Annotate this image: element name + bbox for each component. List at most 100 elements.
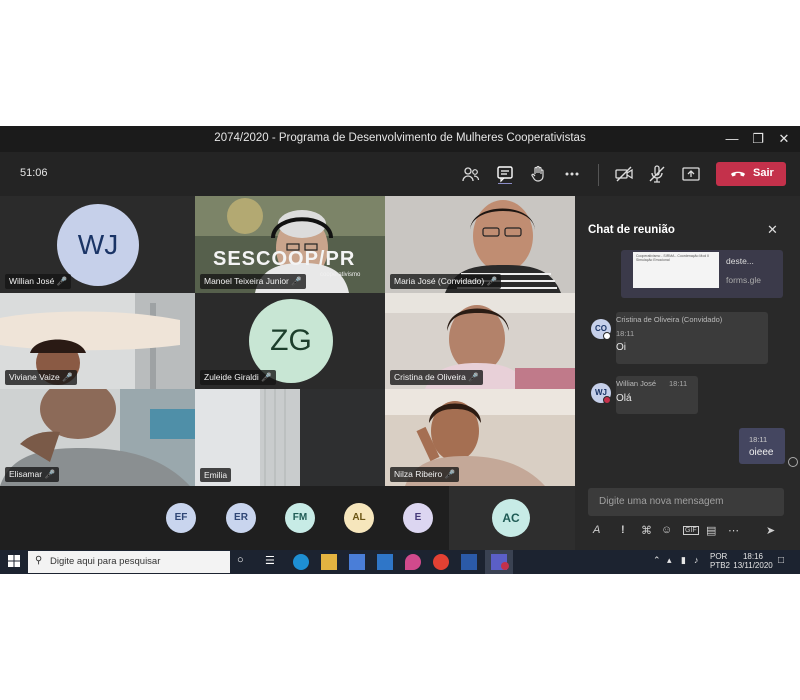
people-icon[interactable] xyxy=(461,164,481,184)
avatar[interactable]: FM xyxy=(285,503,315,533)
notifications-icon[interactable]: □ xyxy=(778,555,784,566)
participant-tile[interactable]: Elisamar 🎤 xyxy=(0,389,195,486)
window-title: 2074/2020 - Programa de Desenvolvimento … xyxy=(214,132,586,144)
cortana-icon[interactable]: ○ xyxy=(237,554,253,570)
participant-name: Zuleide Giraldi 🎤 xyxy=(200,370,276,385)
teams-window: 2074/2020 - Programa de Desenvolvimento … xyxy=(0,126,800,574)
camera-off-icon[interactable] xyxy=(614,164,634,184)
participant-tile[interactable]: ZG Zuleide Giraldi 🎤 xyxy=(195,293,385,389)
minimize-icon[interactable]: — xyxy=(723,130,741,148)
avatar: AC xyxy=(492,499,530,537)
search-placeholder: Digite aqui para pesquisar xyxy=(50,556,161,567)
chat-panel: Chat de reunião ✕ Cooperativismo - SIRMA… xyxy=(575,196,800,550)
send-icon[interactable]: ➤ xyxy=(766,524,775,537)
clock[interactable]: 18:16 13/11/2020 xyxy=(733,552,773,570)
message-text: Oi xyxy=(616,342,626,353)
mic-muted-icon: 🎤 xyxy=(486,276,498,286)
attach-icon[interactable]: ⌘ xyxy=(641,524,652,537)
video-grid: WJ Willian José 🎤 SESCOOP/PR cooperativi… xyxy=(0,196,575,486)
participant-tile[interactable]: Cristina de Oliveira 🎤 xyxy=(385,293,575,389)
link-title: deste... xyxy=(726,256,754,266)
link-preview-card[interactable]: Cooperativismo - SIRMA - Coordenação Mod… xyxy=(621,250,783,298)
participant-name: Emilia xyxy=(200,468,232,482)
status-dot xyxy=(603,396,611,404)
network-icon[interactable]: ▴ xyxy=(667,555,672,566)
raise-hand-icon[interactable] xyxy=(528,164,548,184)
more-icon[interactable]: ⋯ xyxy=(728,524,739,537)
mic-muted-icon: 🎤 xyxy=(468,372,479,382)
search-icon: ⚲ xyxy=(35,555,43,566)
gif-icon[interactable]: GIF xyxy=(683,526,699,535)
leave-button[interactable]: Sair xyxy=(716,162,786,186)
avatar[interactable]: EF xyxy=(166,503,196,533)
own-chat-message[interactable]: 18:11 oieee xyxy=(739,428,785,464)
leave-label: Sair xyxy=(753,167,774,179)
status-dot xyxy=(603,332,611,340)
participant-name: Manoel Teixeira Junior 🎤 xyxy=(200,274,306,289)
mic-muted-icon: 🎤 xyxy=(62,372,73,382)
message-placeholder: Digite uma nova mensagem xyxy=(599,496,724,507)
message-text: Olá xyxy=(616,393,632,404)
file-explorer-icon[interactable] xyxy=(321,554,337,570)
chrome-icon[interactable] xyxy=(433,554,449,570)
format-icon[interactable]: A xyxy=(593,524,602,536)
mic-muted-icon: 🎤 xyxy=(44,469,56,479)
important-icon[interactable]: ! xyxy=(621,524,625,536)
paint-icon[interactable] xyxy=(405,554,421,570)
taskbar-search-input[interactable]: ⚲ Digite aqui para pesquisar xyxy=(28,551,230,573)
avatar[interactable]: ER xyxy=(226,503,256,533)
participant-name: Viviane Vaize 🎤 xyxy=(5,370,77,385)
keyboard-layout: PTB2 xyxy=(710,561,731,570)
clock-time: 18:16 xyxy=(742,552,764,561)
participant-tile[interactable]: Nilza Ribeiro 🎤 xyxy=(385,389,575,486)
message-sender: Willian José xyxy=(616,379,657,388)
participant-tile[interactable]: SESCOOP/PR cooperativismo Manoel Teixeir… xyxy=(195,196,385,293)
mic-muted-icon: 🎤 xyxy=(261,372,272,382)
participant-name: Maria José (Convidado) 🎤 xyxy=(390,274,502,289)
participant-tile[interactable]: WJ Willian José 🎤 xyxy=(0,196,195,293)
tray-overflow-icon[interactable]: ⌃ xyxy=(653,555,661,566)
volume-icon[interactable]: ♪ xyxy=(694,555,699,565)
mic-off-icon[interactable] xyxy=(647,164,667,184)
participant-tile[interactable]: Maria José (Convidado) 🎤 xyxy=(385,196,575,293)
emoji-icon[interactable]: ☺ xyxy=(661,524,672,536)
close-icon[interactable]: ✕ xyxy=(775,130,793,148)
avatar[interactable]: E xyxy=(403,503,433,533)
participant-tile[interactable]: Viviane Vaize 🎤 xyxy=(0,293,195,389)
taskbar-active-app[interactable] xyxy=(485,550,513,574)
message-text: oieee xyxy=(749,447,774,458)
sticker-icon[interactable]: ▤ xyxy=(706,524,716,537)
mail-icon[interactable] xyxy=(377,554,393,570)
message-sender: Cristina de Oliveira (Convidado) xyxy=(616,315,723,324)
close-icon[interactable]: ✕ xyxy=(767,222,778,238)
store-icon[interactable] xyxy=(349,554,365,570)
language-indicator[interactable]: POR PTB2 xyxy=(710,552,730,570)
chat-icon[interactable] xyxy=(495,164,515,184)
meeting-toolbar: 51:06 xyxy=(0,152,800,196)
clock-date: 13/11/2020 xyxy=(733,561,773,570)
mic-icon: 🎤 xyxy=(291,276,302,286)
share-screen-icon[interactable] xyxy=(681,164,701,184)
message-time: 18:11 xyxy=(616,329,635,338)
battery-icon[interactable]: ▮ xyxy=(681,555,686,566)
word-icon[interactable] xyxy=(461,554,477,570)
message-time: 18:11 xyxy=(749,435,768,444)
highlighted-participant-tile[interactable]: AC xyxy=(449,486,575,550)
thumbnail-text: Cooperativismo - SIRMA - Coordenação Mod… xyxy=(636,254,710,262)
participant-tile[interactable]: Emilia xyxy=(195,389,385,486)
windows-start-icon[interactable] xyxy=(7,554,23,570)
meeting-timer: 51:06 xyxy=(20,167,48,179)
chat-title: Chat de reunião xyxy=(588,224,675,236)
maximize-icon[interactable]: ❐ xyxy=(749,130,767,148)
edge-icon[interactable] xyxy=(293,554,309,570)
chat-message[interactable]: Cristina de Oliveira (Convidado) 18:11 O… xyxy=(616,312,768,364)
chat-message[interactable]: Willian José 18:11 Olá xyxy=(616,376,698,414)
toolbar-divider xyxy=(598,164,599,186)
message-input[interactable]: Digite uma nova mensagem xyxy=(588,488,784,516)
task-view-icon[interactable]: ☰ xyxy=(265,554,281,570)
avatar[interactable]: AL xyxy=(344,503,374,533)
notification-badge xyxy=(501,562,509,570)
more-icon[interactable] xyxy=(562,164,582,184)
hang-up-icon xyxy=(731,171,745,177)
background-logo-text: SESCOOP/PR xyxy=(213,248,356,270)
